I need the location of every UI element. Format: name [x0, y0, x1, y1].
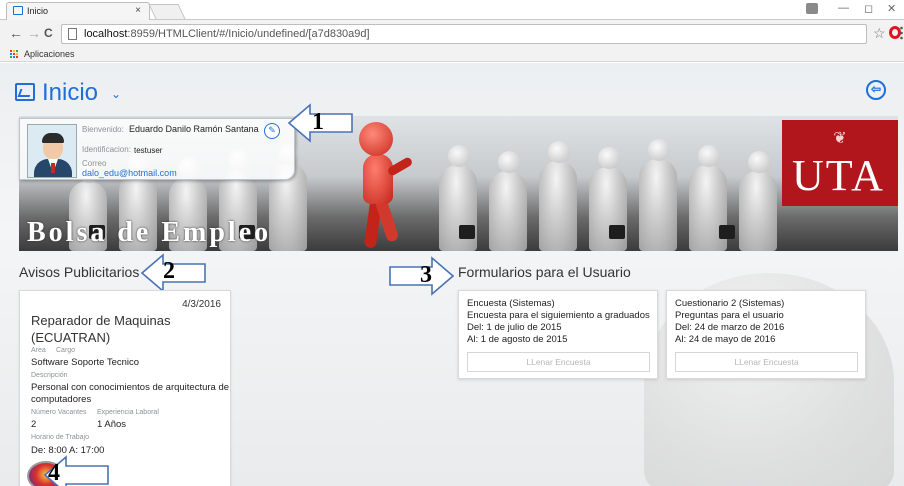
new-tab-button[interactable] [148, 4, 186, 19]
briefcase-icon [609, 225, 625, 239]
apps-grid-dot [16, 53, 18, 55]
apps-grid-dot [16, 50, 18, 52]
form-subtitle: Preguntas para el usuario [675, 310, 784, 321]
form-start-date: Del: 24 de marzo de 2016 [675, 322, 785, 333]
briefcase-icon [719, 225, 735, 239]
annotation-number: 4 [48, 460, 60, 486]
ad-cargo: Software Soporte Tecnico [31, 357, 140, 368]
forms-section-title: Formularios para el Usuario [458, 264, 631, 280]
form-title: Encuesta (Sistemas) [467, 298, 555, 309]
area-label: Area [31, 347, 46, 354]
form-card: Encuesta (Sistemas) Encuesta para el sig… [458, 290, 658, 379]
id-value: testuser [134, 146, 163, 155]
cargo-label: Cargo [56, 347, 76, 354]
url-path: :8959/HTMLClient/#/Inicio/undefined/[a7d… [127, 28, 370, 40]
apps-grid-dot [10, 53, 12, 55]
form-end-date: Al: 1 de agosto de 2015 [467, 334, 568, 345]
fill-survey-button[interactable]: LLenar Encuesta [467, 352, 650, 372]
apps-grid-dot [10, 50, 12, 52]
bookmarks-bar: Aplicaciones [0, 48, 904, 62]
form-end-date: Al: 24 de mayo de 2016 [675, 334, 776, 345]
apps-grid-dot [13, 56, 15, 58]
user-email[interactable]: dalo_edu@hotmail.com [82, 168, 177, 178]
ads-section-title: Avisos Publicitarios [19, 264, 140, 280]
form-card: Cuestionario 2 (Sistemas) Preguntas para… [666, 290, 866, 379]
logout-icon[interactable]: ⇦ [866, 80, 886, 100]
annotation-arrow-4: 4 [44, 455, 110, 486]
apps-grid-dot [16, 56, 18, 58]
page-info-icon[interactable] [68, 28, 77, 40]
annotation-number: 2 [163, 258, 175, 284]
minimize-window-icon[interactable]: — [838, 2, 849, 14]
url-host: localhost [84, 28, 128, 40]
annotation-arrow-2: 2 [141, 253, 207, 293]
experience-label: Experiencia Laboral [97, 409, 159, 416]
fill-survey-button[interactable]: LLenar Encuesta [675, 352, 858, 372]
reload-icon[interactable]: C [44, 26, 53, 40]
ad-title: Reparador de Maquinas (ECUATRAN) [31, 313, 171, 345]
browser-menu-icon[interactable] [899, 25, 904, 41]
maximize-window-icon[interactable]: ◻ [864, 2, 873, 15]
apps-grid-icon[interactable] [10, 50, 19, 59]
avatar [27, 124, 77, 178]
chevron-down-icon[interactable]: ⌄ [111, 87, 121, 101]
ad-experience: 1 Años [97, 419, 127, 430]
crowd-figure [489, 151, 527, 251]
page-content: Inicio ⌄ ⇦ ❦ UTA Bolsa de Empleo Bienven… [0, 63, 904, 486]
edit-profile-icon[interactable]: ✎ [264, 123, 280, 139]
close-window-icon[interactable]: ✕ [887, 2, 896, 15]
url-text: localhost:8959/HTMLClient/#/Inicio/undef… [84, 25, 370, 43]
ad-date: 4/3/2016 [182, 299, 221, 310]
id-label: Identificacion: [82, 145, 131, 154]
form-start-date: Del: 1 de julio de 2015 [467, 322, 562, 333]
vacancies-label: Número Vacantes [31, 409, 87, 416]
schedule-label: Horario de Trabajo [31, 434, 89, 441]
uta-logo-text: UTA [792, 151, 885, 200]
ad-description-line: Personal con conocimientos de arquitectu… [31, 382, 230, 393]
welcome-label: Bienvenido: [82, 125, 124, 134]
uta-logo: ❦ UTA [782, 120, 898, 206]
red-figure-illustration [349, 122, 419, 250]
browser-toolbar: ← → C localhost:8959/HTMLClient/#/Inicio… [0, 20, 904, 48]
description-label: Descripción [31, 372, 68, 379]
browser-tab[interactable]: Inicio × [6, 2, 150, 20]
annotation-arrow-3: 3 [388, 256, 454, 296]
annotation-number: 3 [420, 262, 432, 288]
crowd-figure [639, 139, 677, 251]
annotation-arrow-1: 1 [288, 103, 354, 143]
form-subtitle: Encuesta para el siguiemiento a graduado… [467, 310, 650, 321]
briefcase-icon [459, 225, 475, 239]
page-favicon-icon [13, 6, 23, 15]
crowd-figure [539, 141, 577, 251]
browser-profile-icon[interactable] [806, 3, 818, 14]
address-bar[interactable]: localhost:8959/HTMLClient/#/Inicio/undef… [61, 24, 867, 44]
forward-icon[interactable]: → [27, 26, 41, 40]
ad-description-line: computadores [31, 394, 92, 405]
user-name: Eduardo Danilo Ramón Santana [129, 124, 259, 134]
browser-tab-strip: Inicio × — ◻ ✕ [0, 0, 904, 20]
home-screen-icon [15, 83, 35, 101]
crowd-figure [739, 151, 777, 251]
tab-title: Inicio [27, 6, 49, 16]
email-label: Correo [82, 159, 107, 168]
annotation-number: 1 [312, 109, 324, 135]
apps-grid-dot [13, 50, 15, 52]
bookmark-star-icon[interactable]: ☆ [873, 25, 886, 42]
tab-close-icon[interactable]: × [135, 5, 141, 16]
page-title[interactable]: Inicio [42, 79, 98, 107]
user-profile-card: Bienvenido: Eduardo Danilo Ramón Santana… [19, 118, 295, 180]
apps-bookmark[interactable]: Aplicaciones [24, 49, 75, 59]
ad-vacancies: 2 [31, 419, 37, 430]
apps-grid-dot [13, 53, 15, 55]
back-icon[interactable]: ← [9, 26, 23, 40]
apps-grid-dot [10, 56, 12, 58]
uta-emblem-icon: ❦ [833, 130, 847, 147]
banner-caption: Bolsa de Empleo [27, 217, 272, 248]
form-title: Cuestionario 2 (Sistemas) [675, 298, 785, 309]
